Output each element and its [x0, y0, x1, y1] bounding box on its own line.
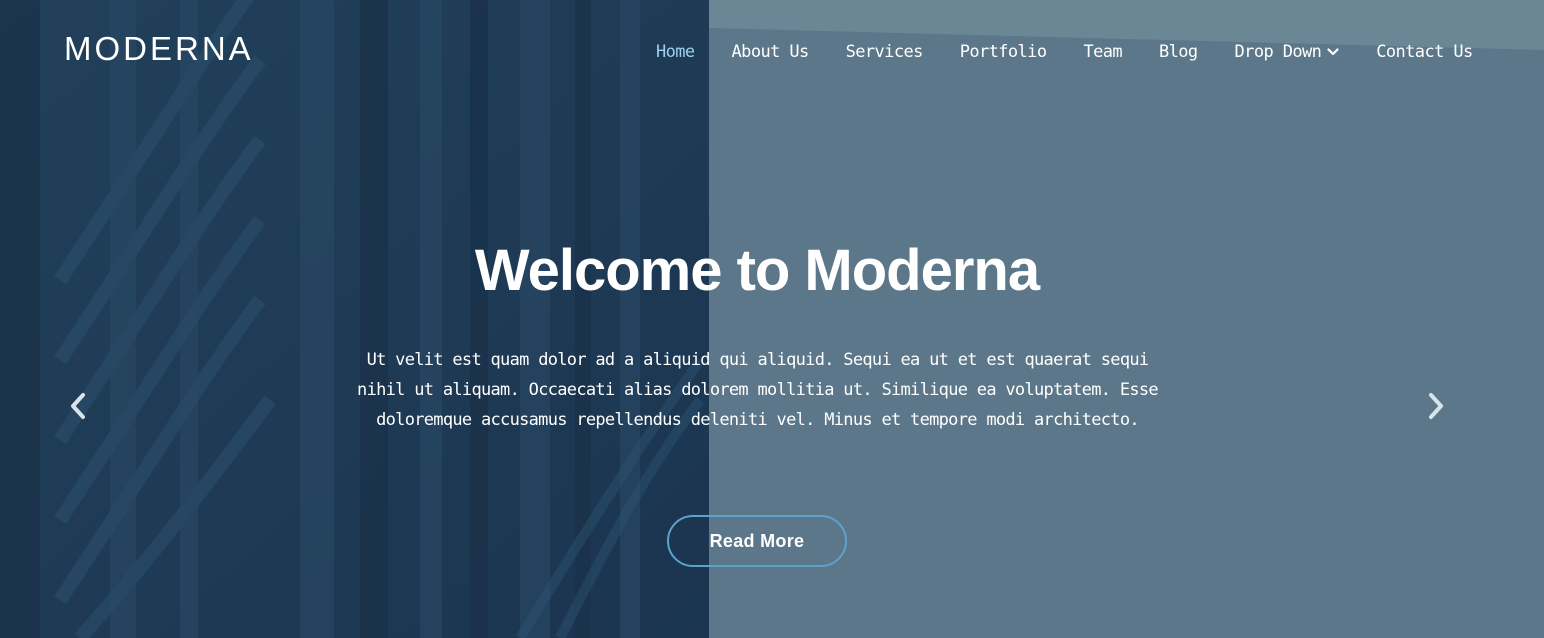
- nav-item-contact-us[interactable]: Contact Us: [1376, 40, 1473, 64]
- nav-item-services[interactable]: Services: [846, 40, 924, 64]
- chevron-right-icon: [1425, 391, 1447, 426]
- nav-item-portfolio[interactable]: Portfolio: [960, 40, 1047, 64]
- nav-item-home[interactable]: Home: [656, 40, 695, 64]
- chevron-down-icon: [1327, 40, 1339, 64]
- nav-item-blog[interactable]: Blog: [1159, 40, 1198, 64]
- hero-section: MODERNA Home About Us Services Portfolio…: [0, 0, 1544, 638]
- hero-title: Welcome to Moderna: [474, 238, 1040, 303]
- read-more-button[interactable]: Read More: [667, 515, 847, 567]
- hero-description: Ut velit est quam dolor ad a aliquid qui…: [357, 350, 1159, 430]
- main-navigation: Home About Us Services Portfolio Team Bl…: [656, 40, 1473, 64]
- nav-item-drop-down-label: Drop Down: [1234, 42, 1322, 62]
- nav-item-team[interactable]: Team: [1083, 40, 1122, 64]
- chevron-left-icon: [67, 391, 89, 426]
- nav-item-drop-down[interactable]: Drop Down: [1235, 40, 1340, 64]
- carousel-next-button[interactable]: [1418, 390, 1454, 426]
- nav-item-about-us[interactable]: About Us: [732, 40, 810, 64]
- carousel-prev-button[interactable]: [60, 390, 96, 426]
- site-logo[interactable]: MODERNA: [64, 30, 254, 68]
